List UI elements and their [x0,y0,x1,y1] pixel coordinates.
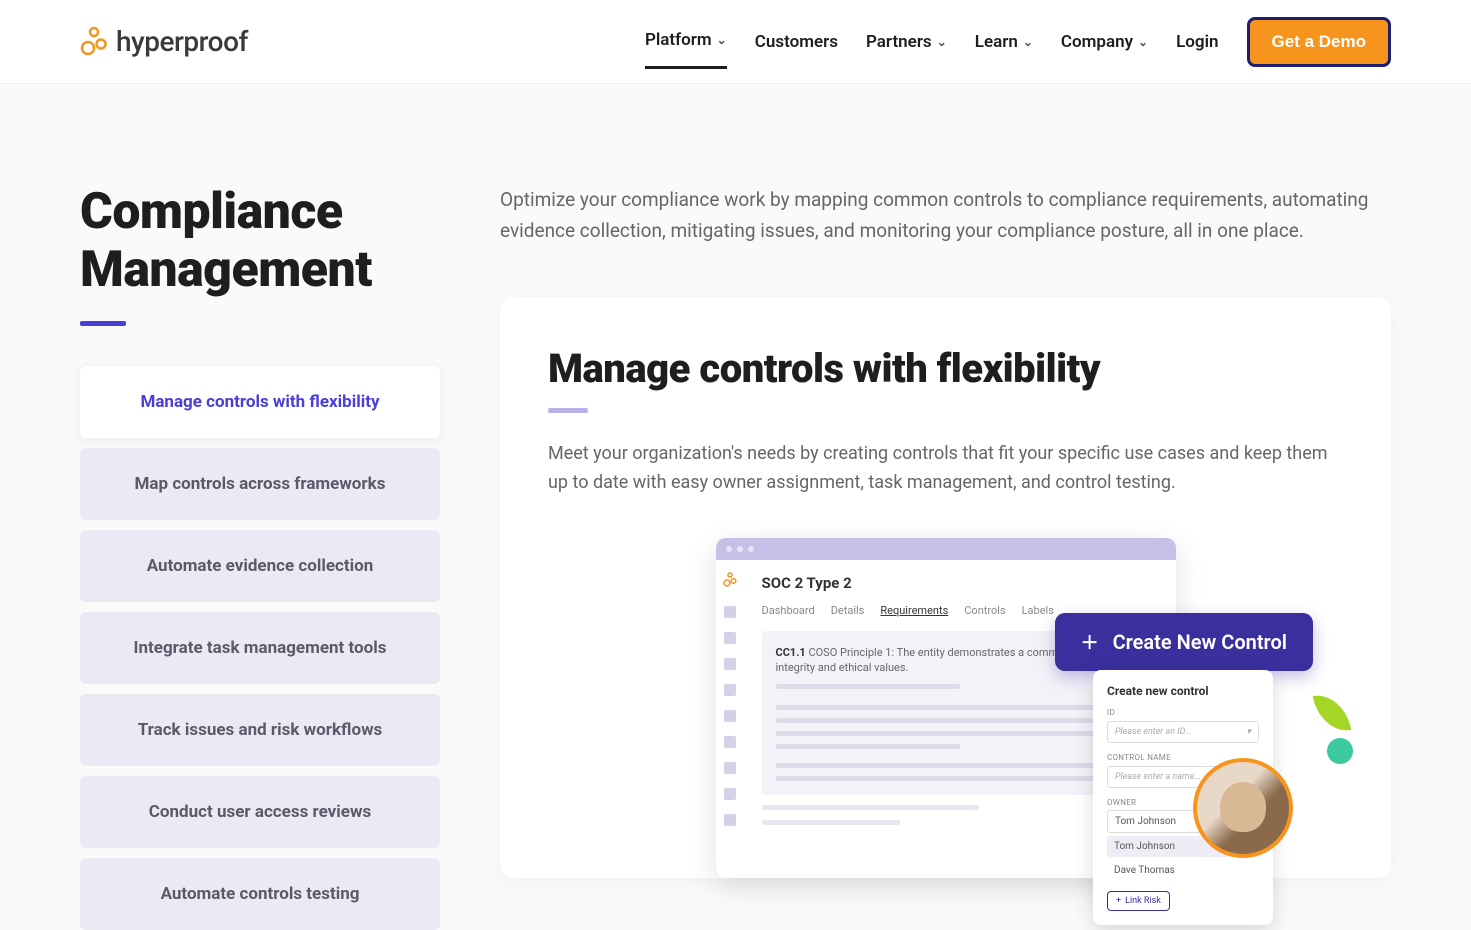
content-card: Manage controls with flexibility Meet yo… [500,297,1391,878]
text-placeholder [776,718,1144,723]
product-mockup: SOC 2 Type 2 Dashboard Details Requireme… [548,538,1343,878]
sidebar: Compliance Management Manage controls wi… [80,184,440,930]
app-titlebar [716,538,1176,560]
sidebar-icon [724,788,736,800]
app-sidebar [716,560,744,839]
nav-login[interactable]: Login [1176,16,1218,68]
id-input[interactable]: Please enter an ID... ▾ [1107,721,1259,743]
avatar-face [1220,782,1266,832]
text-placeholder [762,805,980,810]
sidebar-icon [724,762,736,774]
tab-integrate-tasks[interactable]: Integrate task management tools [80,612,440,684]
sidebar-icon [724,658,736,670]
tab-automate-evidence[interactable]: Automate evidence collection [80,530,440,602]
text-placeholder [776,684,960,689]
text-placeholder [776,776,1144,781]
nav-partners[interactable]: Partners ⌄ [866,16,947,68]
tab-automate-testing[interactable]: Automate controls testing [80,858,440,930]
get-demo-button[interactable]: Get a Demo [1247,17,1391,67]
panel-title: Create new control [1107,684,1259,698]
nav-company[interactable]: Company ⌄ [1061,16,1148,68]
owner-option[interactable]: Dave Thomas [1107,860,1259,881]
content-underline [548,408,588,413]
plus-icon: ＋ [1081,629,1099,655]
chevron-down-icon: ⌄ [1138,35,1148,49]
chevron-down-icon: ⌄ [937,35,947,49]
decoration-leaf [1313,691,1351,736]
text-placeholder [776,731,1144,736]
content-title: Manage controls with flexibility [548,345,1343,392]
sidebar-icon [724,684,736,696]
program-tab-dashboard[interactable]: Dashboard [762,604,815,617]
program-tab-details[interactable]: Details [831,604,865,617]
logo-text: hyperproof [116,25,248,58]
program-tab-labels[interactable]: Labels [1022,604,1054,617]
content-body: Meet your organization's needs by creati… [548,439,1343,498]
sidebar-icon [724,736,736,748]
nav-customers[interactable]: Customers [755,16,838,68]
feature-tabs: Manage controls with flexibility Map con… [80,366,440,930]
sidebar-icon [724,710,736,722]
logo[interactable]: hyperproof [80,25,248,58]
nav-learn[interactable]: Learn ⌄ [975,16,1033,68]
id-label: ID [1107,708,1259,717]
main-container: Compliance Management Manage controls wi… [0,84,1471,930]
site-header: hyperproof Platform ⌄ Customers Partners… [0,0,1471,84]
main-content: Optimize your compliance work by mapping… [500,184,1391,930]
title-underline [80,321,126,326]
intro-text: Optimize your compliance work by mapping… [500,184,1391,247]
window-dot [737,546,743,552]
decoration-dot [1327,738,1353,764]
text-placeholder [776,705,1144,710]
logo-icon [80,26,108,58]
sidebar-icon [724,606,736,618]
window-dot [726,546,732,552]
nav-platform[interactable]: Platform ⌄ [645,14,727,69]
text-placeholder [762,820,901,825]
page-title: Compliance Management [80,184,440,299]
tab-track-issues[interactable]: Track issues and risk workflows [80,694,440,766]
tab-manage-controls[interactable]: Manage controls with flexibility [80,366,440,438]
dropdown-icon: ▾ [1246,727,1251,737]
create-control-button[interactable]: ＋ Create New Control [1055,613,1313,671]
tab-access-reviews[interactable]: Conduct user access reviews [80,776,440,848]
chevron-down-icon: ⌄ [1023,35,1033,49]
tab-map-controls[interactable]: Map controls across frameworks [80,448,440,520]
text-placeholder [776,744,960,749]
avatar [1193,758,1293,858]
program-tab-requirements[interactable]: Requirements [880,604,948,617]
program-title: SOC 2 Type 2 [762,574,1158,592]
main-nav: Platform ⌄ Customers Partners ⌄ Learn ⌄ … [645,14,1391,69]
chevron-down-icon: ⌄ [717,33,727,47]
text-placeholder [776,763,1144,768]
window-dot [748,546,754,552]
sidebar-icon [724,814,736,826]
program-tab-controls[interactable]: Controls [964,604,1005,617]
sidebar-icon [724,632,736,644]
app-logo-icon [723,572,737,592]
link-risk-button[interactable]: + Link Risk [1107,891,1170,911]
